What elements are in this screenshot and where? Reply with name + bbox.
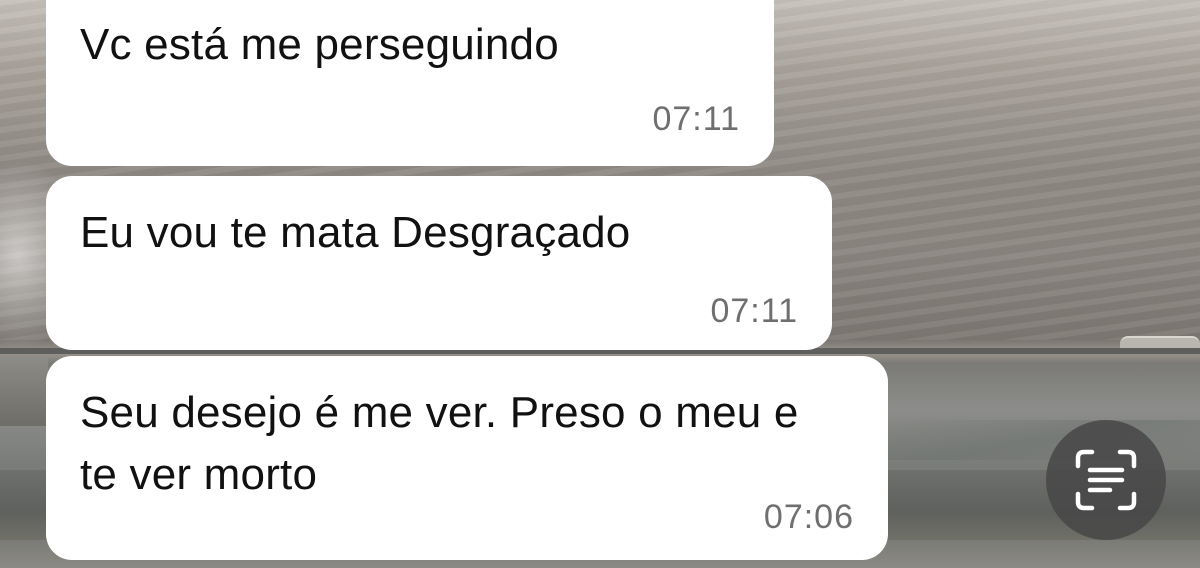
- message-time: 07:11: [652, 100, 740, 138]
- wallpaper-building: [0, 356, 48, 426]
- message-bubble[interactable]: Vc está me perseguindo 07:11: [46, 0, 774, 166]
- message-text: Eu vou te mata Desgraçado: [80, 208, 631, 257]
- message-bubble[interactable]: Eu vou te mata Desgraçado 07:11: [46, 176, 832, 350]
- message-time: 07:11: [710, 292, 798, 330]
- message-bubble[interactable]: Seu desejo é me ver. Preso o meu e te ve…: [46, 356, 888, 560]
- message-text: Seu desejo é me ver. Preso o meu e te ve…: [80, 388, 799, 499]
- text-scan-button[interactable]: [1046, 420, 1166, 540]
- text-scan-icon: [1075, 449, 1137, 511]
- message-text: Vc está me perseguindo: [80, 20, 559, 69]
- message-time: 07:06: [763, 498, 854, 536]
